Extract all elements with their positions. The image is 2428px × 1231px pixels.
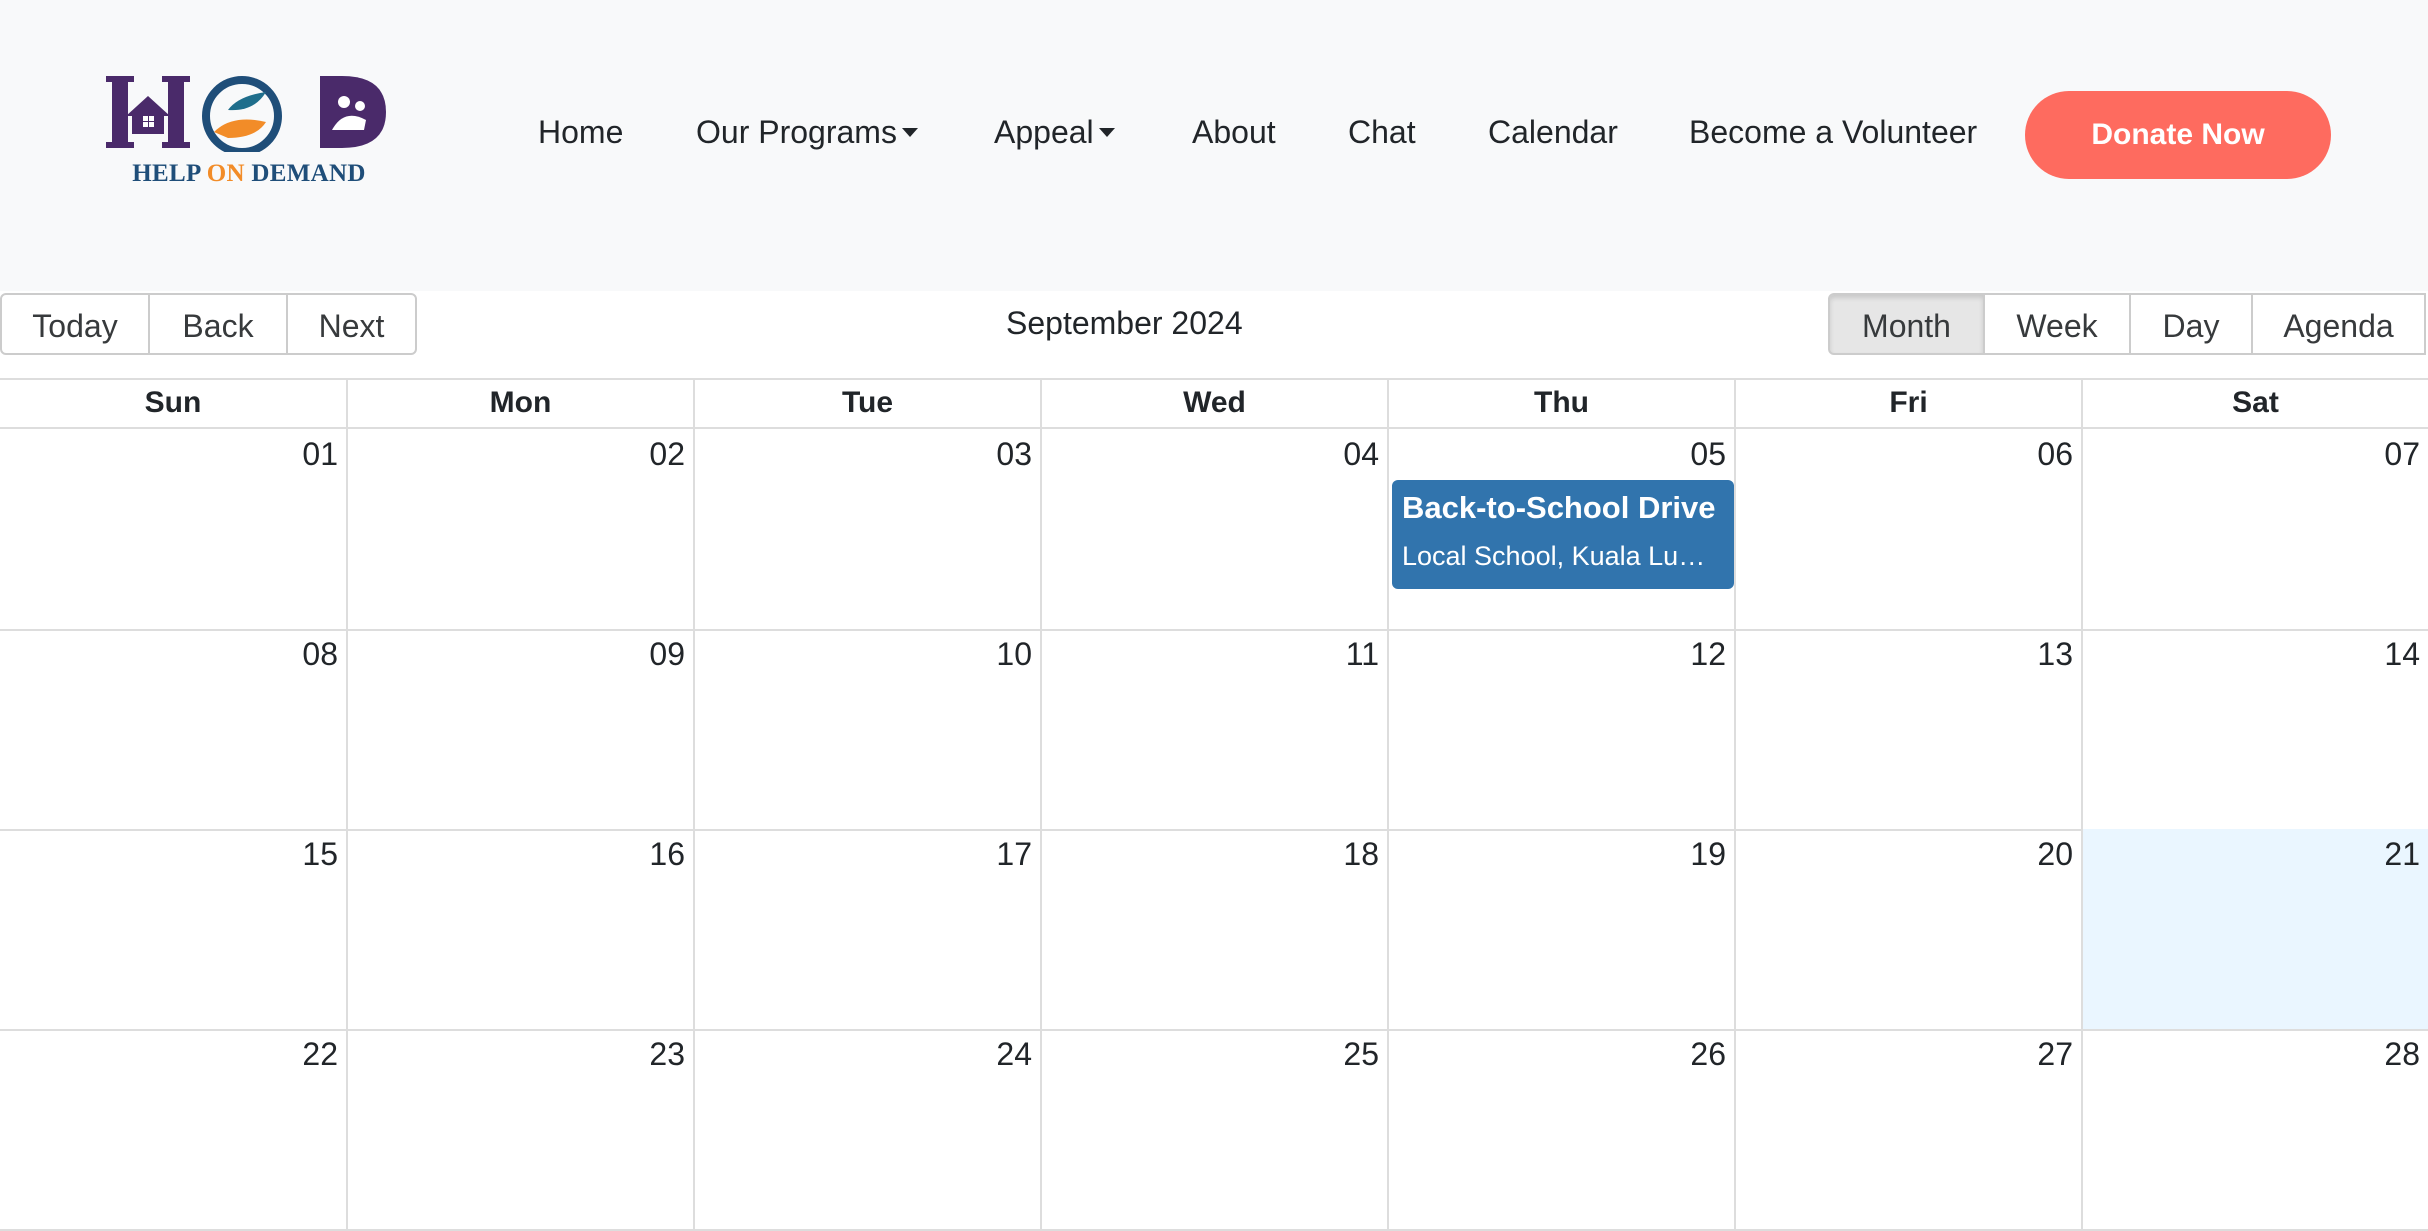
day-cell[interactable]: 16: [346, 829, 693, 1029]
date-link[interactable]: 23: [649, 1036, 685, 1073]
day-cell[interactable]: 09: [346, 629, 693, 829]
chevron-down-icon: [1098, 128, 1115, 137]
nav-calendar[interactable]: Calendar: [1488, 108, 1618, 156]
day-cell[interactable]: 07: [2081, 429, 2428, 629]
date-link[interactable]: 11: [1346, 636, 1379, 673]
date-link[interactable]: 08: [302, 636, 338, 673]
day-cell[interactable]: 20: [1734, 829, 2081, 1029]
day-cell[interactable]: 08: [0, 629, 346, 829]
date-link[interactable]: 15: [302, 836, 338, 873]
weekday-header-row: Sun Mon Tue Wed Thu Fri Sat: [0, 380, 2428, 429]
day-cell[interactable]: 12: [1387, 629, 1734, 829]
day-cell[interactable]: 10: [693, 629, 1040, 829]
date-link[interactable]: 17: [996, 836, 1032, 873]
date-link[interactable]: 16: [649, 836, 685, 873]
day-cell[interactable]: 03: [693, 429, 1040, 629]
next-button[interactable]: Next: [286, 293, 417, 355]
day-cell[interactable]: 27: [1734, 1029, 2081, 1229]
day-cell[interactable]: 06: [1734, 429, 2081, 629]
day-view-button[interactable]: Day: [2129, 293, 2253, 355]
today-button[interactable]: Today: [0, 293, 150, 355]
day-cell[interactable]: 04: [1040, 429, 1387, 629]
day-cell-today[interactable]: 21: [2081, 829, 2428, 1029]
week-row: 01 02 03 04 05 06 07: [0, 429, 2428, 631]
day-cell[interactable]: 28: [2081, 1029, 2428, 1229]
nav-appeal[interactable]: Appeal: [994, 108, 1115, 156]
nav-appeal-label: Appeal: [994, 114, 1094, 150]
weekday-header: Sun: [144, 386, 202, 419]
weekday-header: Fri: [1734, 380, 2081, 427]
date-link[interactable]: 25: [1343, 1036, 1379, 1073]
date-link[interactable]: 28: [2384, 1036, 2420, 1073]
date-link[interactable]: 19: [1690, 836, 1726, 873]
nav-our-programs-label: Our Programs: [696, 114, 897, 150]
view-button-group: Month Week Day Agenda: [1828, 293, 2426, 355]
date-link[interactable]: 27: [2037, 1036, 2073, 1073]
weekday-header: Sat: [2081, 380, 2428, 427]
day-cell[interactable]: 25: [1040, 1029, 1387, 1229]
help-on-demand-logo[interactable]: HELP ON DEMAND: [106, 72, 392, 190]
month-view: Sun Mon Tue Wed Thu Fri Sat 01 02 03 04 …: [0, 378, 2428, 1231]
date-link[interactable]: 06: [2037, 436, 2073, 473]
nav-our-programs[interactable]: Our Programs: [696, 108, 918, 156]
event-location: Local School, Kuala Lumpur: [1402, 541, 1724, 571]
date-link[interactable]: 09: [649, 636, 685, 673]
nav-chat[interactable]: Chat: [1348, 108, 1416, 156]
agenda-view-button[interactable]: Agenda: [2251, 293, 2426, 355]
logo-wordmark: HELP ON DEMAND: [132, 160, 366, 187]
calendar-toolbar: Today Back Next September 2024 Month Wee…: [0, 291, 2428, 379]
day-cell[interactable]: 17: [693, 829, 1040, 1029]
date-link[interactable]: 26: [1690, 1036, 1726, 1073]
day-cell[interactable]: 01: [0, 429, 346, 629]
day-cell[interactable]: 26: [1387, 1029, 1734, 1229]
navbar: HELP ON DEMAND Home Our Programs Appeal …: [0, 0, 2428, 291]
day-cell[interactable]: 24: [693, 1029, 1040, 1229]
day-cell[interactable]: 19: [1387, 829, 1734, 1029]
date-link[interactable]: 03: [996, 436, 1032, 473]
event-title: Back-to-School Drive: [1402, 490, 1716, 525]
date-link[interactable]: 18: [1343, 836, 1379, 873]
day-cell[interactable]: 18: [1040, 829, 1387, 1029]
week-view-button[interactable]: Week: [1983, 293, 2131, 355]
calendar-period-label: September 2024: [1006, 305, 1243, 341]
date-link[interactable]: 10: [996, 636, 1032, 673]
donate-now-button[interactable]: Donate Now: [2025, 91, 2331, 179]
month-view-button[interactable]: Month: [1828, 293, 1985, 355]
weekday-header: Thu: [1387, 380, 1734, 427]
day-cell[interactable]: 02: [346, 429, 693, 629]
navigation-button-group: Today Back Next: [0, 293, 417, 355]
nav-home[interactable]: Home: [538, 108, 623, 156]
day-cell[interactable]: 13: [1734, 629, 2081, 829]
date-link[interactable]: 14: [2384, 636, 2420, 673]
date-link[interactable]: 12: [1690, 636, 1726, 673]
weekday-header: Wed: [1040, 380, 1387, 427]
week-row: 15 16 17 18 19 20 21: [0, 829, 2428, 1031]
day-cell[interactable]: 22: [0, 1029, 346, 1229]
date-link[interactable]: 21: [2384, 836, 2420, 873]
date-link[interactable]: 20: [2037, 836, 2073, 873]
date-link[interactable]: 05: [1690, 436, 1726, 473]
hod-logo-mark-icon: [106, 76, 386, 156]
day-cell[interactable]: 15: [0, 829, 346, 1029]
week-row: 08 09 10 11 12 13 14: [0, 629, 2428, 831]
date-link[interactable]: 01: [302, 436, 338, 473]
date-link[interactable]: 24: [996, 1036, 1032, 1073]
nav-become-a-volunteer[interactable]: Become a Volunteer: [1689, 108, 1977, 156]
date-link[interactable]: 22: [302, 1036, 338, 1073]
weekday-header: Tue: [693, 380, 1040, 427]
chevron-down-icon: [901, 128, 918, 137]
weekday-header: Mon: [346, 380, 693, 427]
nav-about[interactable]: About: [1192, 108, 1276, 156]
calendar-event[interactable]: Back-to-School Drive Local School, Kuala…: [1392, 480, 1734, 589]
day-cell[interactable]: 14: [2081, 629, 2428, 829]
week-row: 22 23 24 25 26 27 28: [0, 1029, 2428, 1231]
date-link[interactable]: 04: [1343, 436, 1379, 473]
date-link[interactable]: 07: [2384, 436, 2420, 473]
back-button[interactable]: Back: [148, 293, 288, 355]
date-link[interactable]: 02: [649, 436, 685, 473]
day-cell[interactable]: 23: [346, 1029, 693, 1229]
date-link[interactable]: 13: [2037, 636, 2073, 673]
day-cell[interactable]: 11: [1040, 629, 1387, 829]
